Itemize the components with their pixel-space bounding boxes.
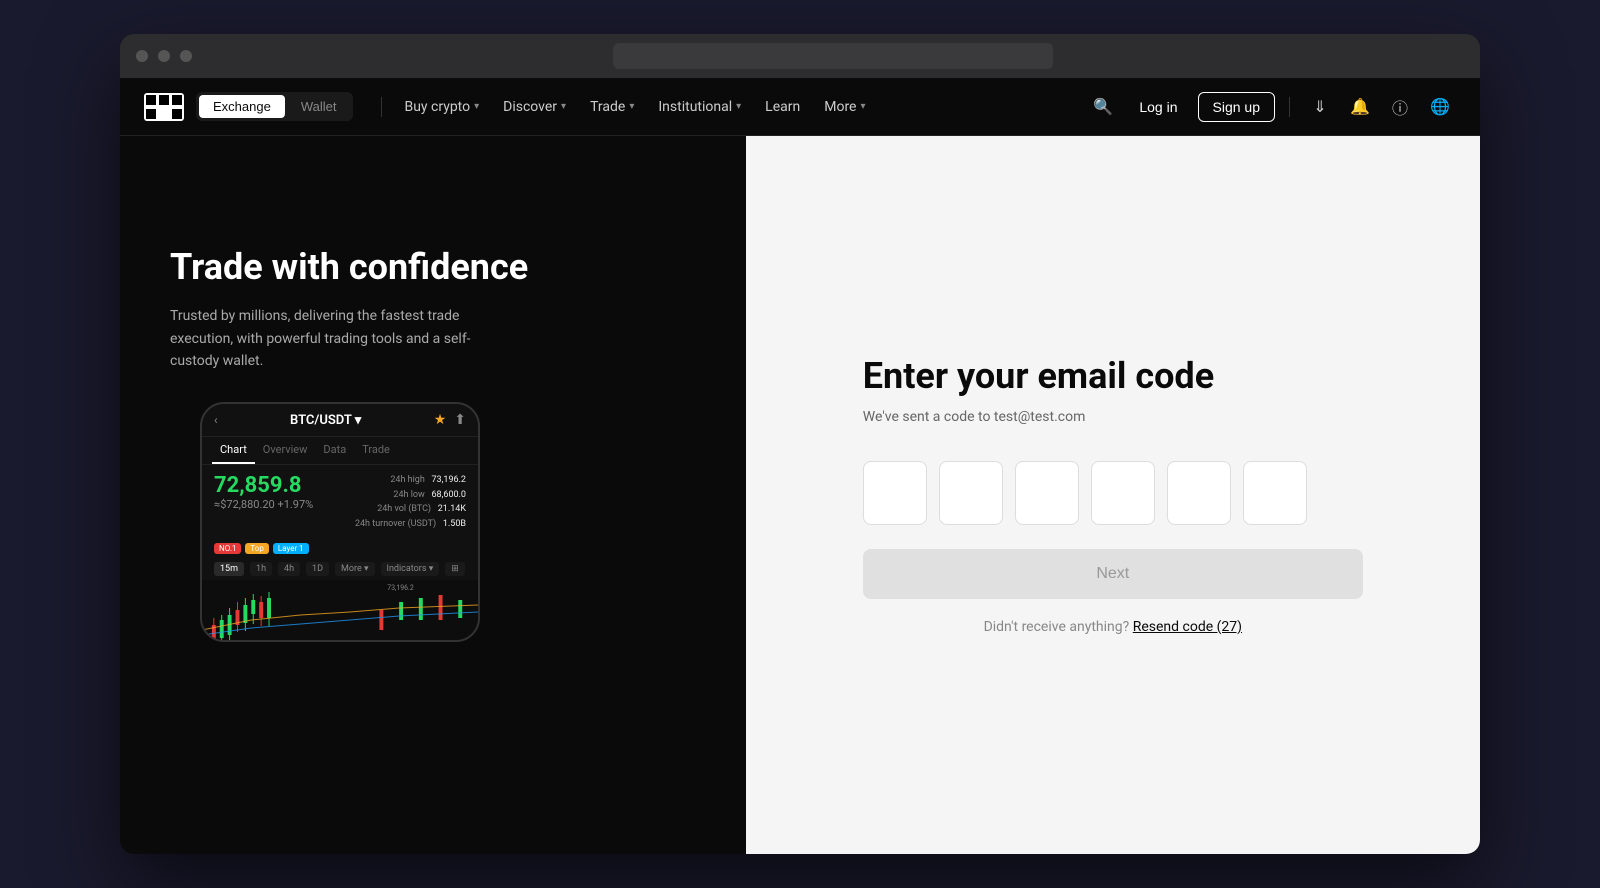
- hero-text: Trade with confidence Trusted by million…: [170, 246, 696, 372]
- phone-header-icons: ★ ⬆: [434, 412, 466, 428]
- logo-box: [144, 93, 184, 121]
- toolbar-1h[interactable]: 1h: [250, 562, 272, 576]
- next-button[interactable]: Next: [863, 549, 1363, 599]
- nav-link-buy-crypto[interactable]: Buy crypto ▾: [394, 93, 489, 121]
- left-panel: Trade with confidence Trusted by million…: [120, 136, 746, 854]
- back-chevron-icon: ‹: [214, 413, 218, 427]
- phone-price-info: 72,859.8 ≈$72,880.20 +1.97%: [214, 473, 313, 511]
- phone-price: 72,859.8: [214, 473, 313, 498]
- nav-link-discover[interactable]: Discover ▾: [493, 93, 576, 121]
- chevron-down-icon: ▾: [629, 101, 634, 112]
- hero-subtitle: Trusted by millions, delivering the fast…: [170, 305, 510, 372]
- address-bar[interactable]: [613, 43, 1053, 69]
- phone-tabs: Chart Overview Data Trade: [202, 437, 478, 465]
- phone-tab-data[interactable]: Data: [315, 437, 354, 464]
- code-input-2[interactable]: [939, 461, 1003, 525]
- chevron-down-icon: ▾: [561, 101, 566, 112]
- chevron-down-icon: ▾: [736, 101, 741, 112]
- phone-trading-pair: BTC/USDT ▾: [290, 413, 361, 428]
- svg-text:73,196.2: 73,196.2: [387, 584, 413, 592]
- phone-tab-overview[interactable]: Overview: [255, 437, 316, 464]
- phone-tab-chart[interactable]: Chart: [212, 437, 255, 464]
- nav-link-learn[interactable]: Learn: [755, 93, 810, 121]
- nav-divider: [381, 97, 382, 117]
- form-subtitle: We've sent a code to test@test.com: [863, 409, 1363, 425]
- download-icon[interactable]: ⇓: [1304, 91, 1336, 123]
- phone-price-area: 72,859.8 ≈$72,880.20 +1.97% 24h high 73,…: [202, 465, 478, 539]
- browser-dot-yellow: [158, 50, 170, 62]
- phone-high: 24h high 73,196.2: [355, 473, 466, 487]
- toolbar-15m[interactable]: 15m: [214, 562, 244, 576]
- browser-dot-red: [136, 50, 148, 62]
- code-input-3[interactable]: [1015, 461, 1079, 525]
- form-title: Enter your email code: [863, 355, 1363, 397]
- phone-vol-usdt: 24h turnover (USDT) 1.50B: [355, 517, 466, 531]
- nav-logo[interactable]: [144, 93, 184, 121]
- badge-no1: NO.1: [214, 543, 241, 554]
- phone-stats: 24h high 73,196.2 24h low 68,600.0 24h v…: [355, 473, 466, 531]
- phone-back-btn: ‹: [214, 413, 218, 427]
- chevron-down-icon: ▾: [474, 101, 479, 112]
- navbar: Exchange Wallet Buy crypto ▾ Discover ▾ …: [120, 78, 1480, 136]
- chart-svg: 73,196.2 72,859.8: [202, 580, 478, 642]
- main-content: Trade with confidence Trusted by million…: [120, 136, 1480, 854]
- login-button[interactable]: Log in: [1127, 93, 1189, 121]
- toolbar-1d[interactable]: 1D: [306, 562, 329, 576]
- exchange-toggle-btn[interactable]: Exchange: [199, 95, 285, 118]
- wallet-toggle-btn[interactable]: Wallet: [287, 95, 351, 118]
- code-input-1[interactable]: [863, 461, 927, 525]
- toolbar-more[interactable]: More ▾: [335, 562, 374, 576]
- resend-link[interactable]: Resend code (27): [1133, 619, 1242, 635]
- nav-links: Buy crypto ▾ Discover ▾ Trade ▾ Institut…: [394, 93, 1087, 121]
- nav-actions: 🔍 Log in Sign up ⇓ 🔔 ⓘ 🌐: [1087, 91, 1456, 123]
- badge-layer1: Layer 1: [273, 543, 309, 554]
- toolbar-4h[interactable]: 4h: [278, 562, 300, 576]
- code-input-4[interactable]: [1091, 461, 1155, 525]
- toolbar-layout[interactable]: ⊞: [445, 562, 465, 576]
- browser-chrome: [120, 34, 1480, 78]
- nav-link-trade[interactable]: Trade ▾: [580, 93, 644, 121]
- nav-toggle: Exchange Wallet: [196, 92, 353, 121]
- resend-text: Didn't receive anything? Resend code (27…: [863, 619, 1363, 635]
- form-container: Enter your email code We've sent a code …: [863, 355, 1363, 635]
- toolbar-indicators[interactable]: Indicators ▾: [381, 562, 440, 576]
- phone-badges: NO.1 Top Layer 1: [202, 539, 478, 558]
- hero-title: Trade with confidence: [170, 246, 696, 289]
- code-input-6[interactable]: [1243, 461, 1307, 525]
- phone-toolbar: 15m 1h 4h 1D More ▾ Indicators ▾ ⊞: [202, 558, 478, 580]
- share-icon: ⬆: [454, 412, 466, 428]
- phone-price-usd: ≈$72,880.20 +1.97%: [214, 498, 313, 511]
- search-icon[interactable]: 🔍: [1087, 91, 1119, 123]
- phone-header: ‹ BTC/USDT ▾ ★ ⬆: [202, 404, 478, 437]
- phone-low: 24h low 68,600.0: [355, 488, 466, 502]
- code-input-5[interactable]: [1167, 461, 1231, 525]
- badge-top: Top: [245, 543, 268, 554]
- phone-mockup: ‹ BTC/USDT ▾ ★ ⬆ Chart Overview Data Tra…: [200, 402, 480, 642]
- nav-link-more[interactable]: More ▾: [814, 93, 875, 121]
- phone-tab-trade[interactable]: Trade: [354, 437, 398, 464]
- bell-icon[interactable]: 🔔: [1344, 91, 1376, 123]
- signup-button[interactable]: Sign up: [1198, 92, 1275, 122]
- code-inputs-container: [863, 461, 1363, 525]
- star-icon: ★: [434, 412, 447, 428]
- nav-separator: [1289, 97, 1290, 117]
- browser-content: Exchange Wallet Buy crypto ▾ Discover ▾ …: [120, 78, 1480, 854]
- phone-vol-btc: 24h vol (BTC) 21.14K: [355, 502, 466, 516]
- globe-icon[interactable]: 🌐: [1424, 91, 1456, 123]
- right-panel: Enter your email code We've sent a code …: [746, 136, 1480, 854]
- nav-link-institutional[interactable]: Institutional ▾: [648, 93, 751, 121]
- browser-window: Exchange Wallet Buy crypto ▾ Discover ▾ …: [120, 34, 1480, 854]
- chevron-down-icon: ▾: [860, 101, 865, 112]
- help-icon[interactable]: ⓘ: [1384, 91, 1416, 123]
- chart-area: 73,196.2 72,859.8 MA7: 72,758.6 MA30: 72…: [202, 580, 478, 642]
- browser-dot-green: [180, 50, 192, 62]
